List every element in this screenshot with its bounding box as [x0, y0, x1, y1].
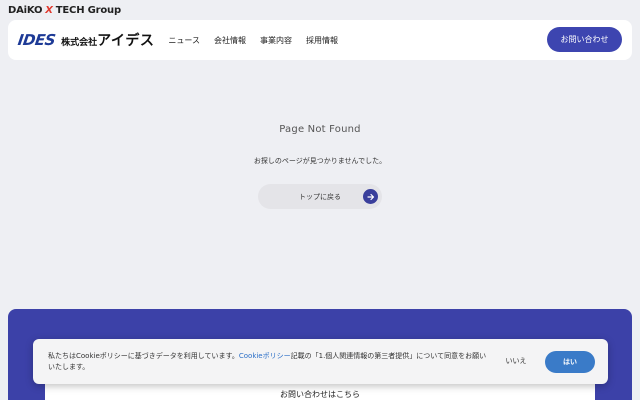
cookie-text-before: 私たちはCookieポリシーに基づきデータを利用しています。 — [48, 352, 239, 360]
nav-item-recruit[interactable]: 採用情報 — [306, 35, 338, 46]
not-found-message: お探しのページが見つかりませんでした。 — [253, 157, 387, 165]
nav-item-business[interactable]: 事業内容 — [260, 35, 292, 46]
contact-button[interactable]: お問い合わせ — [547, 27, 622, 52]
site-header: IDES 株式会社 アイデス ニュース 会社情報 事業内容 採用情報 お問い合わ… — [8, 20, 632, 60]
main-nav: ニュース 会社情報 事業内容 採用情報 — [168, 35, 338, 46]
group-logo-prefix: DAiKO — [8, 4, 43, 16]
arrow-right-icon — [363, 189, 378, 204]
logo-mark: IDES — [16, 31, 57, 49]
group-logo-x-mark: X — [45, 4, 53, 16]
back-to-top-button[interactable]: トップに戻る — [258, 184, 382, 209]
nav-item-company[interactable]: 会社情報 — [214, 35, 246, 46]
cookie-decline-button[interactable]: いいえ — [498, 354, 534, 369]
cookie-text: 私たちはCookieポリシーに基づきデータを利用しています。Cookieポリシー… — [48, 351, 493, 373]
cookie-banner: 私たちはCookieポリシーに基づきデータを利用しています。Cookieポリシー… — [33, 339, 608, 384]
company-logo[interactable]: IDES 株式会社 アイデス — [16, 30, 154, 50]
cookie-policy-link[interactable]: Cookieポリシー — [239, 352, 291, 360]
cookie-accept-button[interactable]: はい — [545, 351, 595, 373]
logo-name-prefix: 株式会社 — [61, 38, 98, 48]
footer-contact-text: お問い合わせはこちら — [280, 390, 360, 399]
nav-item-news[interactable]: ニュース — [168, 35, 200, 46]
group-logo: DAiKO X TECH Group — [8, 3, 121, 17]
group-logo-suffix: TECH Group — [55, 4, 121, 16]
logo-name: 株式会社 アイデス — [61, 30, 154, 50]
page-title: Page Not Found — [279, 124, 361, 135]
logo-name-main: アイデス — [97, 33, 155, 49]
